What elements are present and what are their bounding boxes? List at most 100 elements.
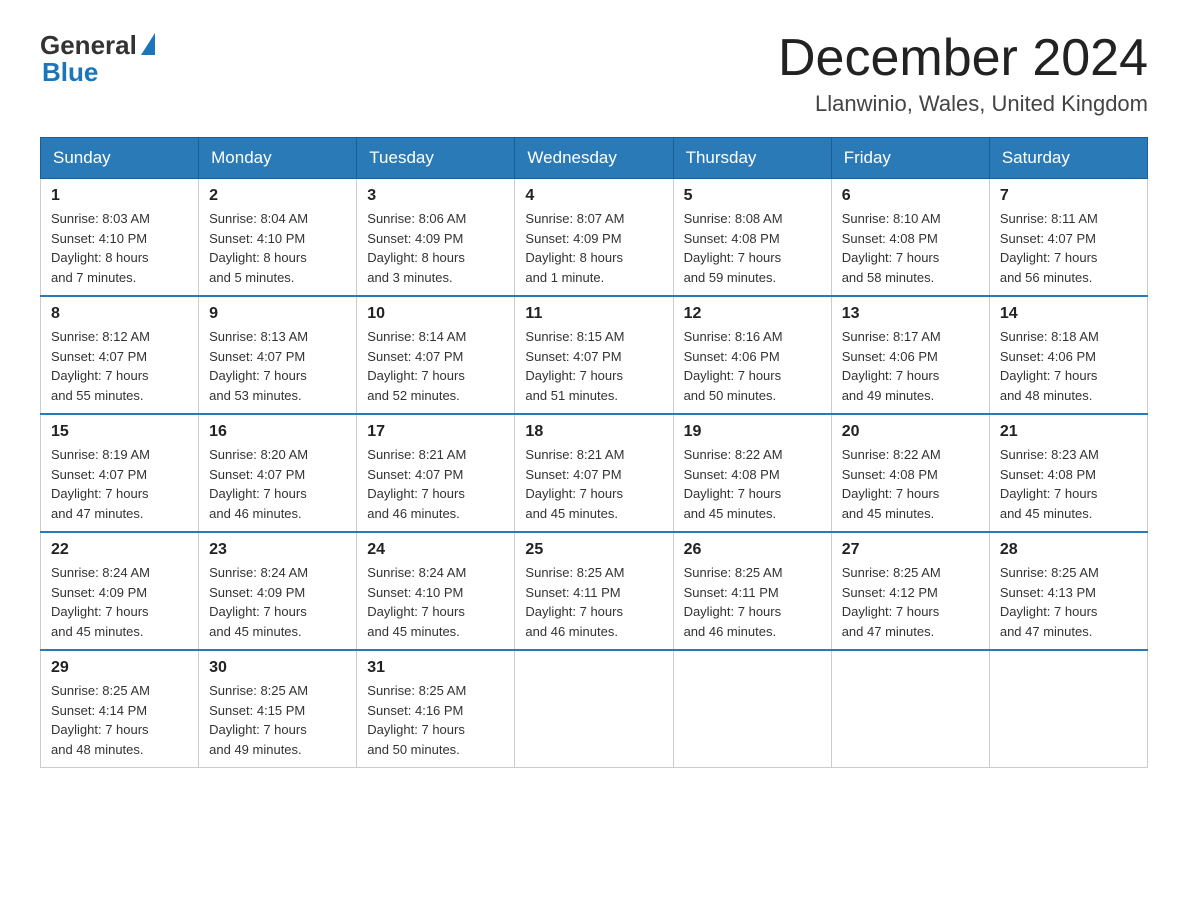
logo-blue-text: Blue: [42, 57, 98, 88]
day-number: 26: [684, 541, 821, 559]
calendar-week-row: 22Sunrise: 8:24 AMSunset: 4:09 PMDayligh…: [41, 532, 1148, 650]
day-number: 20: [842, 423, 979, 441]
day-number: 11: [525, 305, 662, 323]
day-info: Sunrise: 8:18 AMSunset: 4:06 PMDaylight:…: [1000, 327, 1137, 405]
calendar-cell: 25Sunrise: 8:25 AMSunset: 4:11 PMDayligh…: [515, 532, 673, 650]
page-header: General Blue December 2024 Llanwinio, Wa…: [40, 30, 1148, 117]
day-number: 8: [51, 305, 188, 323]
calendar-cell: 21Sunrise: 8:23 AMSunset: 4:08 PMDayligh…: [989, 414, 1147, 532]
day-number: 5: [684, 187, 821, 205]
calendar-cell: 4 Sunrise: 8:07 AMSunset: 4:09 PMDaylight…: [515, 179, 673, 297]
weekday-header-row: SundayMondayTuesdayWednesdayThursdayFrid…: [41, 138, 1148, 179]
calendar-cell: 30 Sunrise: 8:25 AMSunset: 4:15 PMDayligh…: [199, 650, 357, 768]
month-title: December 2024: [778, 30, 1148, 87]
day-number: 24: [367, 541, 504, 559]
day-number: 3: [367, 187, 504, 205]
calendar-cell: 1Sunrise: 8:03 AMSunset: 4:10 PMDaylight…: [41, 179, 199, 297]
calendar-cell: 5 Sunrise: 8:08 AMSunset: 4:08 PMDaylight…: [673, 179, 831, 297]
calendar-cell: 10Sunrise: 8:14 AMSunset: 4:07 PMDayligh…: [357, 296, 515, 414]
day-number: 19: [684, 423, 821, 441]
day-info: Sunrise: 8:16 AMSunset: 4:06 PMDaylight:…: [684, 327, 821, 405]
calendar-cell: 16 Sunrise: 8:20 AMSunset: 4:07 PMDayligh…: [199, 414, 357, 532]
day-info: Sunrise: 8:20 AMSunset: 4:07 PMDaylight:…: [209, 445, 346, 523]
day-info: Sunrise: 8:04 AMSunset: 4:10 PMDaylight:…: [209, 209, 346, 287]
day-number: 15: [51, 423, 188, 441]
day-number: 17: [367, 423, 504, 441]
weekday-header-tuesday: Tuesday: [357, 138, 515, 179]
day-info: Sunrise: 8:23 AMSunset: 4:08 PMDaylight:…: [1000, 445, 1137, 523]
day-info: Sunrise: 8:24 AMSunset: 4:09 PMDaylight:…: [51, 563, 188, 641]
calendar-cell: 8 Sunrise: 8:12 AMSunset: 4:07 PMDaylight…: [41, 296, 199, 414]
day-number: 2: [209, 187, 346, 205]
day-info: Sunrise: 8:14 AMSunset: 4:07 PMDaylight:…: [367, 327, 504, 405]
calendar-cell: 6 Sunrise: 8:10 AMSunset: 4:08 PMDaylight…: [831, 179, 989, 297]
day-number: 18: [525, 423, 662, 441]
calendar-week-row: 8 Sunrise: 8:12 AMSunset: 4:07 PMDaylight…: [41, 296, 1148, 414]
calendar-cell: 24Sunrise: 8:24 AMSunset: 4:10 PMDayligh…: [357, 532, 515, 650]
calendar-cell: 28Sunrise: 8:25 AMSunset: 4:13 PMDayligh…: [989, 532, 1147, 650]
calendar-cell: [515, 650, 673, 768]
calendar-cell: 18 Sunrise: 8:21 AMSunset: 4:07 PMDayligh…: [515, 414, 673, 532]
day-number: 9: [209, 305, 346, 323]
day-number: 23: [209, 541, 346, 559]
day-info: Sunrise: 8:21 AMSunset: 4:07 PMDaylight:…: [525, 445, 662, 523]
calendar-cell: 15Sunrise: 8:19 AMSunset: 4:07 PMDayligh…: [41, 414, 199, 532]
weekday-header-wednesday: Wednesday: [515, 138, 673, 179]
day-number: 12: [684, 305, 821, 323]
calendar-cell: 12 Sunrise: 8:16 AMSunset: 4:06 PMDayligh…: [673, 296, 831, 414]
day-number: 28: [1000, 541, 1137, 559]
day-info: Sunrise: 8:13 AMSunset: 4:07 PMDaylight:…: [209, 327, 346, 405]
logo: General Blue: [40, 30, 155, 88]
calendar-week-row: 29Sunrise: 8:25 AMSunset: 4:14 PMDayligh…: [41, 650, 1148, 768]
calendar-cell: 23Sunrise: 8:24 AMSunset: 4:09 PMDayligh…: [199, 532, 357, 650]
weekday-header-monday: Monday: [199, 138, 357, 179]
day-info: Sunrise: 8:25 AMSunset: 4:16 PMDaylight:…: [367, 681, 504, 759]
day-info: Sunrise: 8:25 AMSunset: 4:12 PMDaylight:…: [842, 563, 979, 641]
day-info: Sunrise: 8:25 AMSunset: 4:11 PMDaylight:…: [684, 563, 821, 641]
day-info: Sunrise: 8:21 AMSunset: 4:07 PMDaylight:…: [367, 445, 504, 523]
day-number: 4: [525, 187, 662, 205]
calendar-cell: 2 Sunrise: 8:04 AMSunset: 4:10 PMDaylight…: [199, 179, 357, 297]
calendar-cell: 19 Sunrise: 8:22 AMSunset: 4:08 PMDayligh…: [673, 414, 831, 532]
calendar-cell: 22Sunrise: 8:24 AMSunset: 4:09 PMDayligh…: [41, 532, 199, 650]
day-info: Sunrise: 8:22 AMSunset: 4:08 PMDaylight:…: [684, 445, 821, 523]
calendar-cell: 14 Sunrise: 8:18 AMSunset: 4:06 PMDayligh…: [989, 296, 1147, 414]
calendar-table: SundayMondayTuesdayWednesdayThursdayFrid…: [40, 137, 1148, 768]
day-info: Sunrise: 8:10 AMSunset: 4:08 PMDaylight:…: [842, 209, 979, 287]
day-info: Sunrise: 8:22 AMSunset: 4:08 PMDaylight:…: [842, 445, 979, 523]
calendar-cell: 27 Sunrise: 8:25 AMSunset: 4:12 PMDayligh…: [831, 532, 989, 650]
day-number: 30: [209, 659, 346, 677]
calendar-cell: 29Sunrise: 8:25 AMSunset: 4:14 PMDayligh…: [41, 650, 199, 768]
day-number: 6: [842, 187, 979, 205]
day-info: Sunrise: 8:25 AMSunset: 4:11 PMDaylight:…: [525, 563, 662, 641]
title-section: December 2024 Llanwinio, Wales, United K…: [778, 30, 1148, 117]
weekday-header-sunday: Sunday: [41, 138, 199, 179]
day-number: 31: [367, 659, 504, 677]
calendar-cell: 26 Sunrise: 8:25 AMSunset: 4:11 PMDayligh…: [673, 532, 831, 650]
calendar-cell: 20 Sunrise: 8:22 AMSunset: 4:08 PMDayligh…: [831, 414, 989, 532]
calendar-cell: 11 Sunrise: 8:15 AMSunset: 4:07 PMDayligh…: [515, 296, 673, 414]
day-number: 27: [842, 541, 979, 559]
day-number: 14: [1000, 305, 1137, 323]
calendar-cell: [673, 650, 831, 768]
calendar-cell: 31 Sunrise: 8:25 AMSunset: 4:16 PMDayligh…: [357, 650, 515, 768]
day-number: 13: [842, 305, 979, 323]
calendar-cell: [989, 650, 1147, 768]
day-info: Sunrise: 8:17 AMSunset: 4:06 PMDaylight:…: [842, 327, 979, 405]
day-info: Sunrise: 8:03 AMSunset: 4:10 PMDaylight:…: [51, 209, 188, 287]
calendar-week-row: 1Sunrise: 8:03 AMSunset: 4:10 PMDaylight…: [41, 179, 1148, 297]
day-info: Sunrise: 8:12 AMSunset: 4:07 PMDaylight:…: [51, 327, 188, 405]
day-info: Sunrise: 8:25 AMSunset: 4:15 PMDaylight:…: [209, 681, 346, 759]
calendar-cell: 3 Sunrise: 8:06 AMSunset: 4:09 PMDaylight…: [357, 179, 515, 297]
weekday-header-thursday: Thursday: [673, 138, 831, 179]
day-number: 7: [1000, 187, 1137, 205]
day-info: Sunrise: 8:07 AMSunset: 4:09 PMDaylight:…: [525, 209, 662, 287]
calendar-cell: 13 Sunrise: 8:17 AMSunset: 4:06 PMDayligh…: [831, 296, 989, 414]
day-number: 16: [209, 423, 346, 441]
day-info: Sunrise: 8:06 AMSunset: 4:09 PMDaylight:…: [367, 209, 504, 287]
day-info: Sunrise: 8:08 AMSunset: 4:08 PMDaylight:…: [684, 209, 821, 287]
weekday-header-friday: Friday: [831, 138, 989, 179]
location-text: Llanwinio, Wales, United Kingdom: [778, 91, 1148, 117]
calendar-cell: [831, 650, 989, 768]
day-info: Sunrise: 8:15 AMSunset: 4:07 PMDaylight:…: [525, 327, 662, 405]
